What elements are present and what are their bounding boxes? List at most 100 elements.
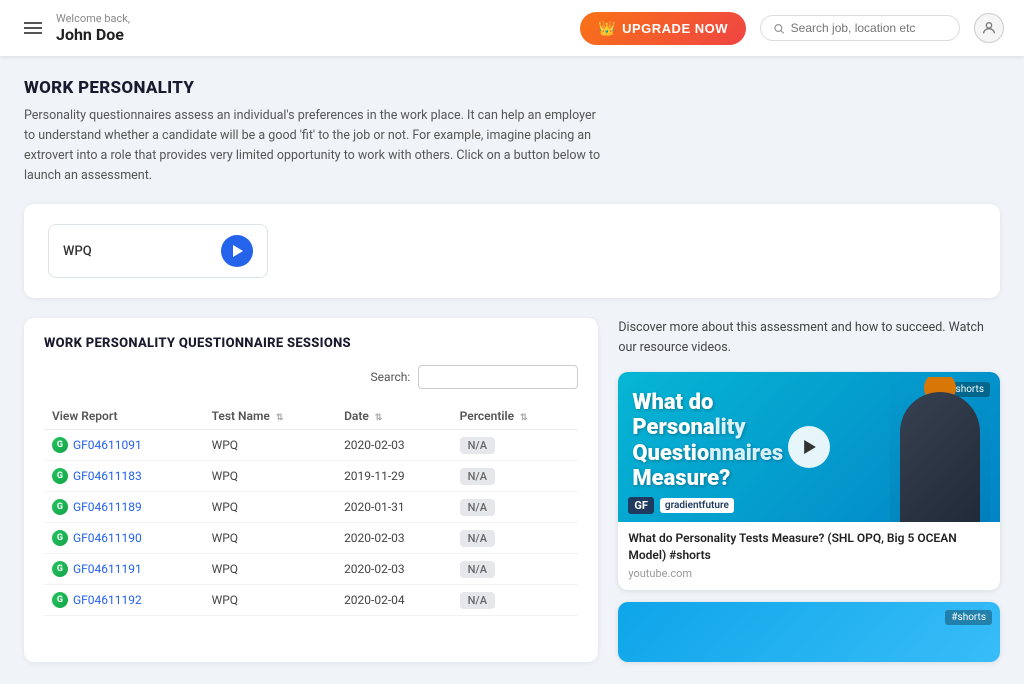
report-id: GF04611191 [73, 562, 142, 576]
col-test-name-label: Test Name [212, 409, 270, 423]
date-cell: 2020-02-03 [336, 430, 452, 461]
percentile-cell: N/A [452, 492, 579, 523]
wpq-card: WPQ [24, 204, 1000, 298]
video-play-overlay [788, 426, 830, 468]
col-date[interactable]: Date ⇅ [336, 403, 452, 430]
table-row: G GF04611189 WPQ 2020-01-31 N/A [44, 492, 578, 523]
report-link[interactable]: G GF04611191 [52, 561, 196, 577]
person-body [900, 392, 980, 522]
report-id: GF04611189 [73, 500, 142, 514]
report-icon: G [52, 592, 68, 608]
date-cell: 2019-11-29 [336, 461, 452, 492]
video-source: youtube.com [628, 567, 990, 580]
wpq-label: WPQ [63, 244, 92, 259]
wpq-item: WPQ [48, 224, 268, 278]
crown-icon: 👑 [598, 20, 616, 37]
report-cell: G GF04611189 [44, 492, 204, 523]
welcome-text: Welcome back, [56, 12, 130, 25]
col-percentile-label: Percentile [460, 409, 514, 423]
report-icon: G [52, 437, 68, 453]
test-name-cell: WPQ [204, 554, 337, 585]
table-row: G GF04611192 WPQ 2020-02-04 N/A [44, 585, 578, 616]
upgrade-button[interactable]: 👑 UPGRADE NOW [580, 12, 746, 45]
video-panel: Discover more about this assessment and … [618, 318, 1000, 662]
report-id: GF04611190 [73, 531, 142, 545]
hamburger-menu[interactable] [20, 18, 46, 38]
video-card-1[interactable]: What doPersonalityQuestionnairesMeasure?… [618, 372, 1000, 590]
percentile-badge: N/A [460, 530, 495, 547]
report-link[interactable]: G GF04611183 [52, 468, 196, 484]
sessions-search-row: Search: [44, 365, 578, 389]
header: Welcome back, John Doe 👑 UPGRADE NOW [0, 0, 1024, 56]
bottom-layout: WORK PERSONALITY QUESTIONNAIRE SESSIONS … [24, 318, 1000, 662]
report-link[interactable]: G GF04611192 [52, 592, 196, 608]
search-label: Search: [371, 370, 411, 384]
col-view-report-label: View Report [52, 409, 117, 423]
col-test-name[interactable]: Test Name ⇅ [204, 403, 337, 430]
test-name-cell: WPQ [204, 492, 337, 523]
percentile-badge: N/A [460, 437, 495, 454]
test-name-cell: WPQ [204, 461, 337, 492]
date-cell: 2020-02-03 [336, 523, 452, 554]
header-right: 👑 UPGRADE NOW [580, 12, 1004, 45]
search-box[interactable] [760, 15, 960, 41]
percentile-badge: N/A [460, 561, 495, 578]
col-view-report: View Report [44, 403, 204, 430]
report-link[interactable]: G GF04611189 [52, 499, 196, 515]
gf-text: gradientfuture [660, 498, 734, 513]
report-id: GF04611091 [73, 438, 142, 452]
sessions-title: WORK PERSONALITY QUESTIONNAIRE SESSIONS [44, 336, 578, 351]
table-row: G GF04611183 WPQ 2019-11-29 N/A [44, 461, 578, 492]
date-cell: 2020-02-03 [336, 554, 452, 585]
table-row: G GF04611190 WPQ 2020-02-03 N/A [44, 523, 578, 554]
search-icon [773, 22, 785, 35]
header-user: Welcome back, John Doe [56, 12, 130, 44]
sessions-search-input[interactable] [418, 365, 578, 389]
header-left: Welcome back, John Doe [20, 12, 580, 44]
username: John Doe [56, 25, 130, 44]
report-id: GF04611192 [73, 593, 142, 607]
date-cell: 2020-02-04 [336, 585, 452, 616]
percentile-badge: N/A [460, 468, 495, 485]
test-name-cell: WPQ [204, 430, 337, 461]
sort-percentile-icon: ⇅ [520, 413, 528, 423]
percentile-cell: N/A [452, 430, 579, 461]
person-silhouette [890, 377, 990, 522]
report-cell: G GF04611192 [44, 585, 204, 616]
wpq-play-button[interactable] [221, 235, 253, 267]
video-play-icon [803, 440, 817, 454]
sort-date-icon: ⇅ [375, 413, 383, 423]
report-cell: G GF04611183 [44, 461, 204, 492]
col-percentile[interactable]: Percentile ⇅ [452, 403, 579, 430]
report-icon: G [52, 561, 68, 577]
report-link[interactable]: G GF04611190 [52, 530, 196, 546]
percentile-cell: N/A [452, 523, 579, 554]
video-main-text: What doPersonalityQuestionnairesMeasure? [632, 390, 783, 491]
sessions-card: WORK PERSONALITY QUESTIONNAIRE SESSIONS … [24, 318, 598, 662]
report-id: GF04611183 [73, 469, 142, 483]
section-description: Personality questionnaires assess an ind… [24, 106, 604, 186]
report-link[interactable]: G GF04611091 [52, 437, 196, 453]
gf-logo: GF gradientfuture [628, 497, 734, 514]
report-cell: G GF04611190 [44, 523, 204, 554]
test-name-cell: WPQ [204, 523, 337, 554]
test-name-cell: WPQ [204, 585, 337, 616]
percentile-cell: N/A [452, 554, 579, 585]
gf-badge: GF [628, 497, 654, 514]
table-row: G GF04611091 WPQ 2020-02-03 N/A [44, 430, 578, 461]
video-panel-description: Discover more about this assessment and … [618, 318, 1000, 358]
video-card-2-tag: #shorts [945, 610, 992, 625]
video-card-2[interactable]: #shorts [618, 602, 1000, 662]
report-icon: G [52, 468, 68, 484]
video-title: What do Personality Tests Measure? (SHL … [628, 530, 990, 564]
video-thumbnail: What doPersonalityQuestionnairesMeasure?… [618, 372, 1000, 522]
page-title: WORK PERSONALITY [24, 78, 1000, 98]
profile-icon[interactable] [974, 13, 1004, 43]
report-cell: G GF04611191 [44, 554, 204, 585]
video-text-overlay: What doPersonalityQuestionnairesMeasure? [632, 390, 783, 491]
percentile-badge: N/A [460, 499, 495, 516]
search-input[interactable] [791, 21, 947, 35]
upgrade-label: UPGRADE NOW [622, 21, 728, 36]
percentile-cell: N/A [452, 585, 579, 616]
play-icon [232, 245, 244, 257]
